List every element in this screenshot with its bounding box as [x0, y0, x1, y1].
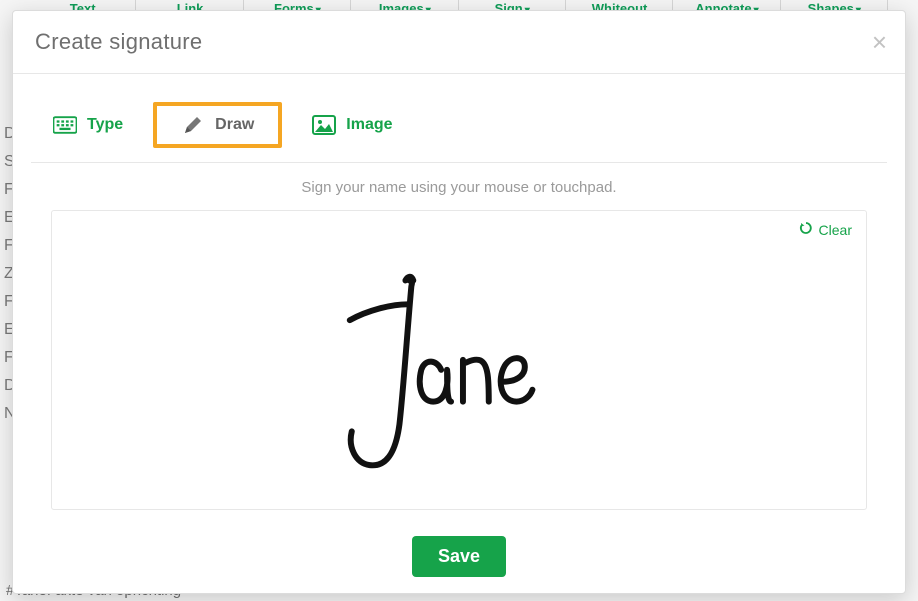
- signature-stroke: [52, 211, 866, 509]
- pencil-icon: [181, 116, 205, 134]
- modal-header: Create signature ×: [13, 11, 905, 74]
- tab-draw[interactable]: Draw: [153, 102, 282, 148]
- create-signature-modal: Create signature × Type Draw Image: [12, 10, 906, 594]
- signature-tabs: Type Draw Image: [31, 102, 887, 163]
- signature-canvas[interactable]: Clear: [51, 210, 867, 510]
- modal-title: Create signature: [35, 29, 202, 55]
- modal-body: Type Draw Image Sign your name using you…: [13, 74, 905, 593]
- tab-type[interactable]: Type: [41, 108, 135, 142]
- tab-draw-label: Draw: [215, 116, 254, 134]
- modal-footer: Save: [31, 510, 887, 593]
- instruction-text: Sign your name using your mouse or touch…: [31, 179, 887, 196]
- close-icon[interactable]: ×: [872, 29, 887, 55]
- tab-type-label: Type: [87, 116, 123, 134]
- tab-image[interactable]: Image: [300, 108, 404, 142]
- image-icon: [312, 116, 336, 134]
- save-button[interactable]: Save: [412, 536, 506, 577]
- keyboard-icon: [53, 116, 77, 134]
- tab-image-label: Image: [346, 116, 392, 134]
